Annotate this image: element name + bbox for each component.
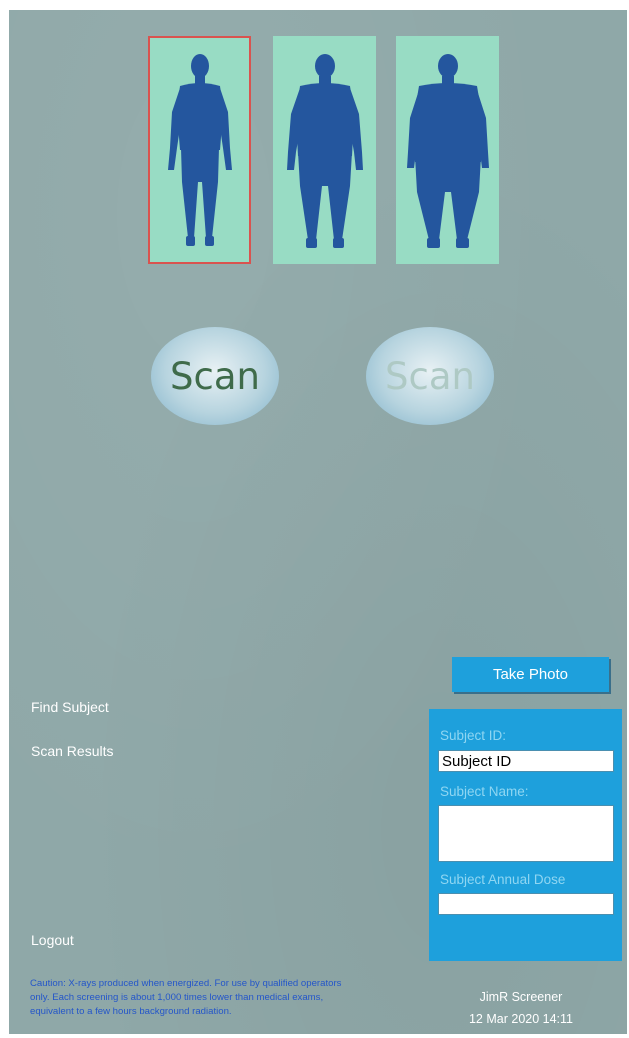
subject-id-input[interactable] — [438, 750, 614, 772]
subject-dose-input[interactable] — [438, 893, 614, 915]
datetime-display: 12 Mar 2020 14:11 — [468, 1012, 573, 1026]
subject-id-label: Subject ID: — [440, 728, 507, 743]
screening-screen: Scan Scan Find Subject Scan Results Logo… — [9, 10, 627, 1034]
take-photo-button[interactable]: Take Photo — [452, 657, 609, 692]
scan-button-disabled[interactable]: Scan — [366, 327, 494, 425]
subject-name-field[interactable] — [438, 805, 614, 862]
body-type-medium-card[interactable] — [273, 36, 376, 264]
slim-body-icon — [167, 54, 232, 246]
large-body-icon — [406, 54, 489, 248]
scan-results-link[interactable]: Scan Results — [31, 743, 113, 759]
body-type-slim-card[interactable] — [148, 36, 251, 264]
find-subject-link[interactable]: Find Subject — [31, 699, 109, 715]
body-type-large-card[interactable] — [396, 36, 499, 264]
medium-body-icon — [286, 54, 363, 248]
subject-dose-label: Subject Annual Dose — [440, 872, 566, 887]
subject-name-label: Subject Name: — [440, 784, 529, 799]
logout-link[interactable]: Logout — [31, 932, 74, 948]
caution-notice: Caution: X-rays produced when energized.… — [30, 978, 342, 1017]
subject-panel: Subject ID: Subject Name: Subject Annual… — [429, 709, 622, 961]
operator-name: JimR Screener — [479, 990, 563, 1004]
scan-button[interactable]: Scan — [151, 327, 279, 425]
